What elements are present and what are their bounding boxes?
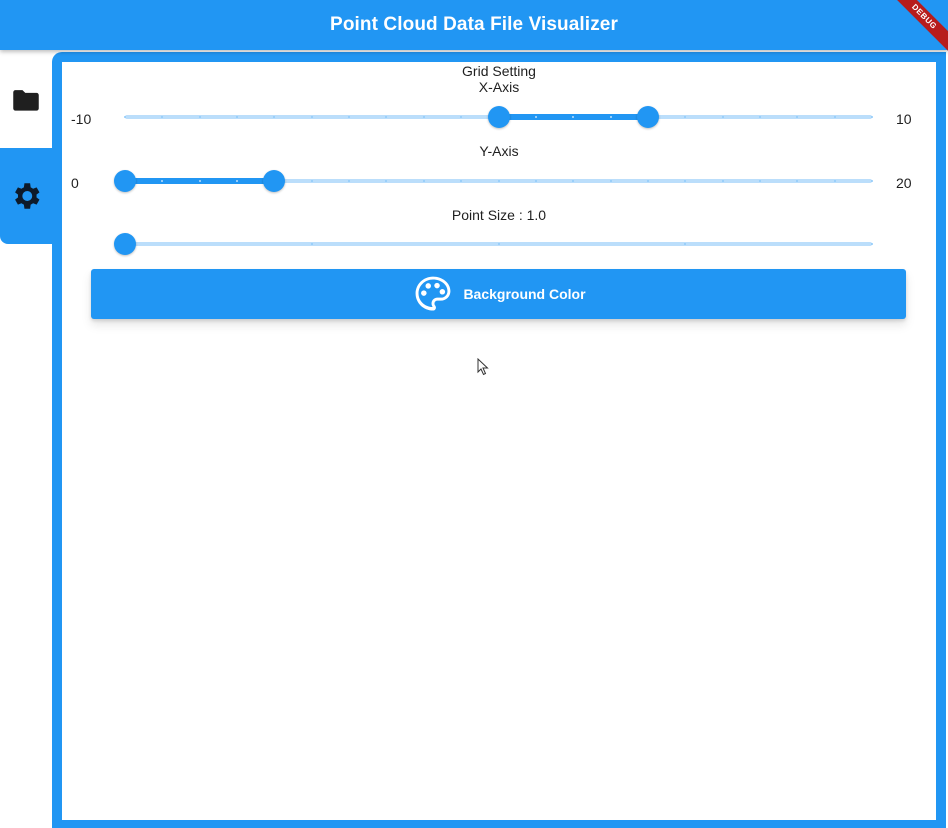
slider-tick (534, 116, 537, 118)
x-axis-min-label: -10 (71, 111, 92, 127)
slider-thumb[interactable] (114, 233, 136, 255)
background-color-button[interactable]: Background Color (91, 269, 906, 319)
slider-tick (310, 116, 313, 118)
slider-start-thumb[interactable] (114, 170, 136, 192)
point-size-label: Point Size : 1.0 (451, 207, 547, 223)
app-title: Point Cloud Data File Visualizer (330, 14, 618, 35)
slider-end-thumb[interactable] (263, 170, 286, 192)
slider-tick (198, 116, 201, 118)
slider-end-thumb[interactable] (636, 106, 659, 128)
slider-tick (646, 180, 649, 182)
y-axis-max-label: 20 (896, 175, 912, 191)
tab-settings[interactable] (0, 148, 52, 244)
slider-tick (721, 180, 724, 182)
side-navigation (0, 50, 52, 828)
slider-tick (198, 180, 201, 182)
slider-tick (534, 180, 537, 182)
y-axis-min-label: 0 (71, 175, 79, 191)
slider-tick (871, 243, 873, 245)
mouse-cursor-icon (477, 358, 489, 376)
slider-tick (310, 243, 313, 245)
app-bar: Point Cloud Data File Visualizer (0, 0, 948, 50)
settings-panel: Grid Setting X-Axis -10 10 Y-Axis 0 20 P… (52, 52, 946, 828)
slider-tick (422, 116, 425, 118)
slider-tick (497, 180, 500, 182)
gear-icon (15, 183, 40, 209)
slider-tick (422, 180, 425, 182)
slider-tick (609, 180, 612, 182)
slider-tick (871, 180, 873, 182)
slider-tick (124, 116, 126, 118)
palette-icon (416, 276, 451, 311)
point-size-slider[interactable] (114, 232, 873, 256)
slider-tick (833, 180, 836, 182)
slider-tick (497, 243, 500, 245)
slider-tick (310, 180, 313, 182)
slider-tick (721, 116, 724, 118)
x-axis-max-label: 10 (896, 111, 912, 127)
slider-tick (758, 180, 761, 182)
slider-tick (871, 116, 873, 118)
background-color-button-label: Background Color (463, 286, 586, 302)
slider-start-thumb[interactable] (487, 106, 510, 128)
x-axis-label: X-Axis (478, 79, 520, 95)
tab-files[interactable] (0, 52, 52, 148)
folder-icon (13, 90, 39, 111)
slider-tick (833, 116, 836, 118)
y-axis-range-slider[interactable] (114, 169, 873, 193)
slider-tick (758, 116, 761, 118)
settings-content: Grid Setting X-Axis -10 10 Y-Axis 0 20 P… (62, 62, 936, 820)
x-axis-range-slider[interactable] (124, 105, 873, 129)
grid-setting-heading: Grid Setting (462, 63, 536, 79)
y-axis-label: Y-Axis (479, 143, 519, 159)
slider-tick (609, 116, 612, 118)
